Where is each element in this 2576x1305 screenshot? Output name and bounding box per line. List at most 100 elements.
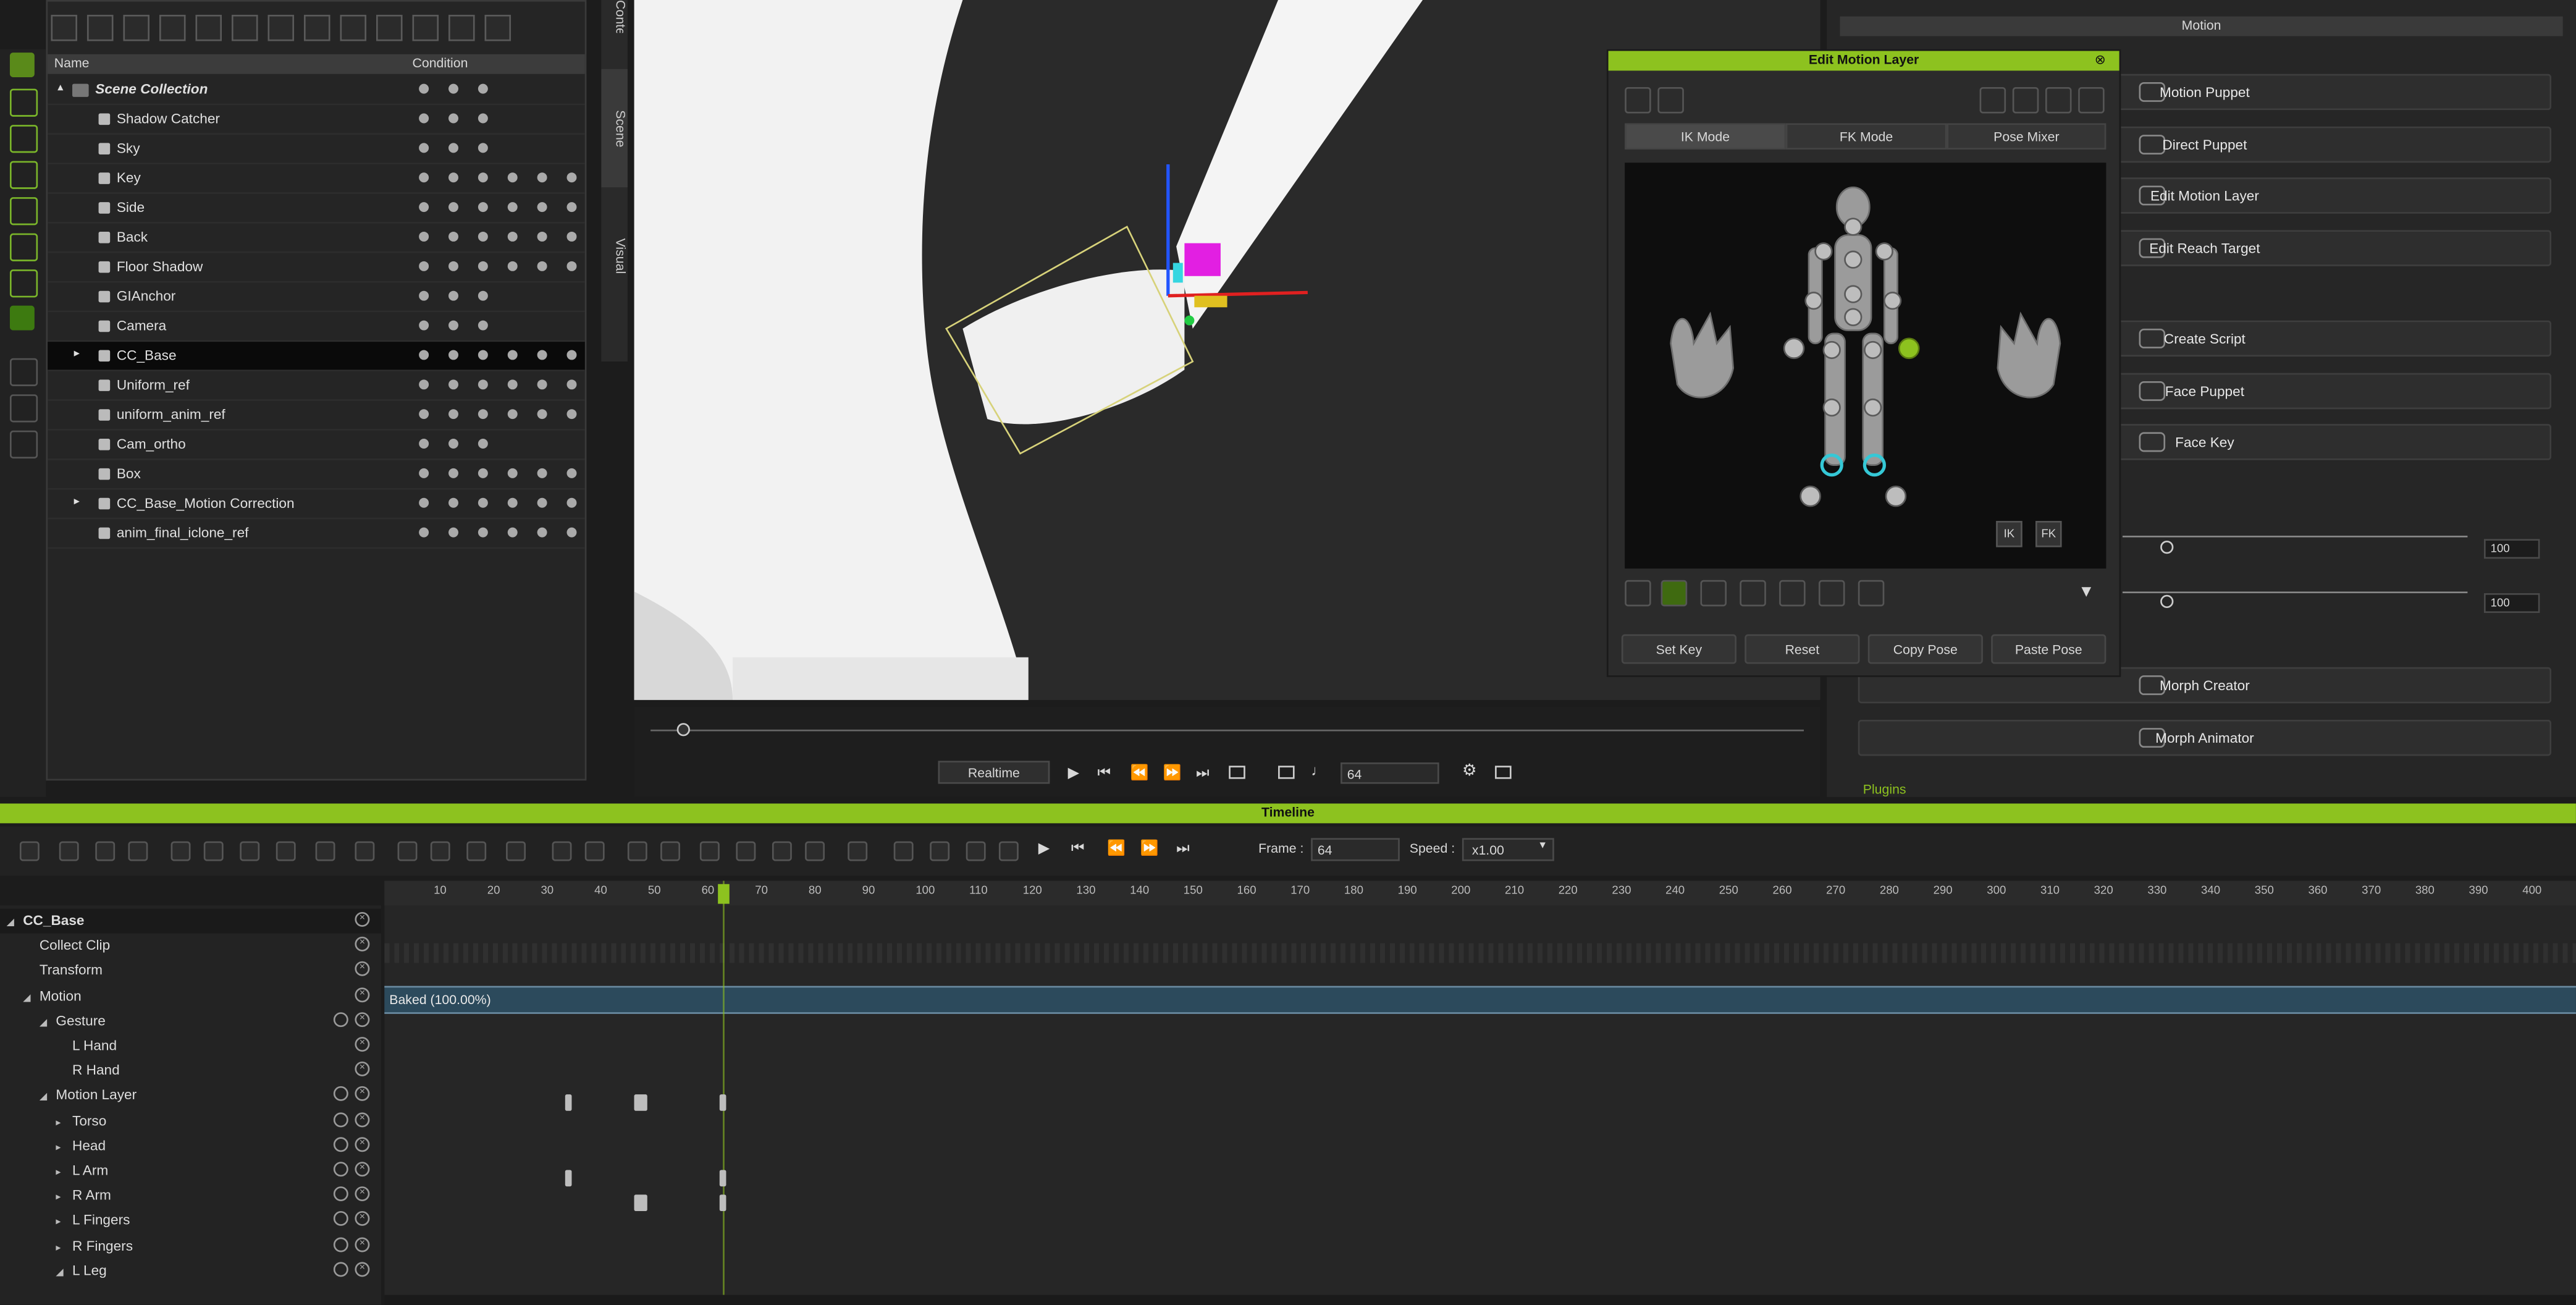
slider-2-value[interactable]: 100 bbox=[2484, 593, 2540, 613]
morph-tool-icon[interactable] bbox=[9, 88, 38, 117]
slider-2-thumb[interactable] bbox=[2160, 594, 2174, 608]
next-frame-icon[interactable]: ⏩ bbox=[1163, 764, 1182, 782]
timeline-tool-icon[interactable] bbox=[805, 841, 825, 861]
mute-icon[interactable] bbox=[333, 1186, 348, 1202]
slider-2-track[interactable] bbox=[2122, 591, 2468, 594]
scene-item[interactable]: Sky bbox=[48, 135, 585, 164]
close-track-icon[interactable]: × bbox=[355, 1086, 370, 1102]
timeline-tool-icon[interactable] bbox=[397, 841, 418, 861]
condition-toggle-icon[interactable] bbox=[448, 83, 458, 94]
timeline-tracks[interactable]: 10 20 30 40 50 60 70 80 90 100 110 120 130 140 150 160 1… bbox=[384, 881, 2576, 1305]
mute-icon[interactable] bbox=[333, 1162, 348, 1177]
track-row[interactable]: ▸ R Fingers × bbox=[0, 1233, 381, 1258]
track-expander-icon[interactable]: ◢ bbox=[56, 1267, 63, 1278]
time-slider-track[interactable] bbox=[650, 729, 1804, 732]
prev-frame-icon[interactable]: ⏪ bbox=[1130, 764, 1149, 782]
expander-icon[interactable]: ▸ bbox=[74, 347, 80, 360]
expander-icon[interactable]: ▸ bbox=[74, 494, 80, 508]
timeline-tool-icon[interactable] bbox=[998, 841, 1019, 861]
condition-toggle-icon[interactable] bbox=[419, 409, 429, 420]
close-track-icon[interactable]: × bbox=[355, 937, 370, 952]
track-row[interactable]: R Hand × bbox=[0, 1058, 381, 1083]
name-column[interactable]: Name bbox=[54, 56, 90, 70]
condition-toggle-icon[interactable] bbox=[537, 202, 547, 213]
select-tool-icon[interactable] bbox=[9, 358, 38, 386]
timeline-tool-icon[interactable] bbox=[627, 841, 647, 861]
timeline-tool-icon[interactable] bbox=[95, 841, 116, 861]
condition-toggle-icon[interactable] bbox=[478, 113, 488, 124]
body-active-icon[interactable] bbox=[1661, 580, 1688, 607]
close-track-icon[interactable]: × bbox=[355, 1112, 370, 1127]
condition-toggle-icon[interactable] bbox=[419, 231, 429, 242]
keyframe[interactable] bbox=[719, 1094, 726, 1111]
condition-toggle-icon[interactable] bbox=[448, 439, 458, 449]
set-key-button[interactable]: Set Key bbox=[1621, 634, 1736, 664]
condition-toggle-icon[interactable] bbox=[566, 202, 577, 213]
pose-icon[interactable] bbox=[1779, 580, 1806, 607]
tab-fk-mode[interactable]: FK Mode bbox=[1785, 123, 1947, 150]
condition-toggle-icon[interactable] bbox=[448, 379, 458, 390]
track-expander-icon[interactable]: ◢ bbox=[23, 992, 30, 1003]
condition-toggle-icon[interactable] bbox=[448, 320, 458, 331]
physics-tool-icon[interactable] bbox=[9, 197, 38, 226]
timeline-tool-icon[interactable] bbox=[276, 841, 296, 861]
track-expander-icon[interactable]: ▸ bbox=[56, 1167, 61, 1178]
condition-toggle-icon[interactable] bbox=[478, 350, 488, 360]
filter-icon[interactable] bbox=[231, 14, 258, 41]
condition-toggle-icon[interactable] bbox=[478, 320, 488, 331]
move-up-icon[interactable] bbox=[448, 14, 475, 41]
condition-toggle-icon[interactable] bbox=[478, 409, 488, 420]
add-item-icon[interactable] bbox=[86, 14, 114, 41]
timeline-tool-icon[interactable] bbox=[170, 841, 191, 861]
mannequin-selector[interactable]: IK FK bbox=[1625, 163, 2107, 569]
condition-toggle-icon[interactable] bbox=[448, 527, 458, 538]
expander-icon[interactable]: ▴ bbox=[57, 80, 63, 94]
condition-toggle-icon[interactable] bbox=[478, 172, 488, 183]
condition-toggle-icon[interactable] bbox=[507, 202, 518, 213]
music-icon[interactable]: ♩ bbox=[1311, 762, 1326, 779]
condition-toggle-icon[interactable] bbox=[448, 143, 458, 153]
condition-toggle-icon[interactable] bbox=[507, 172, 518, 183]
condition-toggle-icon[interactable] bbox=[507, 379, 518, 390]
chevron-down-icon[interactable]: ▼ bbox=[2078, 583, 2094, 601]
tree-icon[interactable] bbox=[340, 14, 367, 41]
keyframe[interactable] bbox=[565, 1170, 572, 1187]
condition-column[interactable]: Condition bbox=[413, 56, 468, 70]
rename-icon[interactable] bbox=[376, 14, 403, 41]
tab-content[interactable]: Content bbox=[601, 0, 628, 33]
track-expander-icon[interactable]: ◢ bbox=[7, 917, 14, 929]
timeline-tool-icon[interactable] bbox=[893, 841, 914, 861]
condition-toggle-icon[interactable] bbox=[448, 202, 458, 213]
condition-toggle-icon[interactable] bbox=[419, 350, 429, 360]
timeline-tool-icon[interactable] bbox=[355, 841, 375, 861]
condition-toggle-icon[interactable] bbox=[448, 350, 458, 360]
condition-toggle-icon[interactable] bbox=[566, 172, 577, 183]
track-expander-icon[interactable]: ▸ bbox=[56, 1117, 61, 1128]
condition-toggle-icon[interactable] bbox=[419, 83, 429, 94]
keyframe[interactable] bbox=[565, 1094, 572, 1111]
timeline-tool-icon[interactable] bbox=[128, 841, 148, 861]
mirror-left-icon[interactable] bbox=[1625, 87, 1651, 114]
condition-toggle-icon[interactable] bbox=[448, 113, 458, 124]
track-row[interactable]: ◢ CC_Base × bbox=[0, 908, 381, 934]
track-row[interactable]: ▸ Head × bbox=[0, 1133, 381, 1158]
scene-item[interactable]: Uniform_ref bbox=[48, 371, 585, 401]
timeline-tool-icon[interactable] bbox=[736, 841, 756, 861]
timeline-tool-icon[interactable] bbox=[660, 841, 680, 861]
condition-toggle-icon[interactable] bbox=[478, 202, 488, 213]
scene-item[interactable]: Box bbox=[48, 460, 585, 490]
track-expander-icon[interactable]: ▸ bbox=[56, 1241, 61, 1253]
condition-toggle-icon[interactable] bbox=[478, 290, 488, 301]
close-track-icon[interactable]: × bbox=[355, 1011, 370, 1027]
loop-icon[interactable] bbox=[1229, 766, 1245, 779]
condition-toggle-icon[interactable] bbox=[537, 350, 547, 360]
condition-toggle-icon[interactable] bbox=[478, 231, 488, 242]
track-row[interactable]: ◢ Gesture × bbox=[0, 1008, 381, 1033]
slider-1-track[interactable] bbox=[2122, 535, 2468, 538]
condition-toggle-icon[interactable] bbox=[478, 468, 488, 478]
close-track-icon[interactable]: × bbox=[355, 1037, 370, 1052]
new-folder-icon[interactable] bbox=[51, 14, 77, 41]
scene-item[interactable]: uniform_anim_ref bbox=[48, 401, 585, 431]
paste-pose-button[interactable]: Paste Pose bbox=[1991, 634, 2107, 664]
timeline-tool-icon[interactable] bbox=[315, 841, 335, 861]
